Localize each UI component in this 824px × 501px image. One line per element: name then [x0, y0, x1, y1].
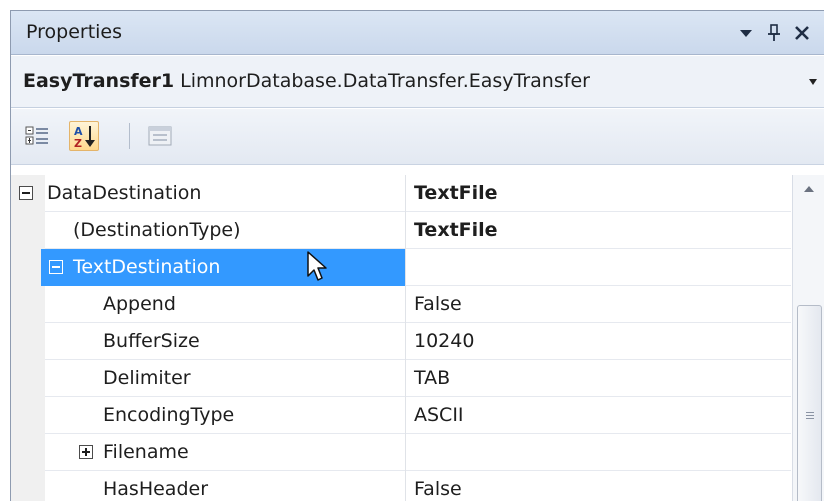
expand-icon[interactable] [79, 445, 93, 459]
properties-window: Properties EasyTransfer1 LimnorDatabase.D… [10, 10, 824, 501]
properties-toolbar: A Z [11, 109, 824, 165]
property-name: Filename [103, 441, 189, 463]
property-value[interactable]: TAB [405, 360, 791, 397]
row-gutter [11, 249, 45, 286]
property-name: EncodingType [103, 404, 235, 426]
property-name: (DestinationType) [73, 219, 241, 241]
property-value[interactable]: 10240 [405, 323, 791, 360]
property-row-destinationtype[interactable]: (DestinationType) TextFile [11, 212, 791, 249]
property-name: BufferSize [103, 330, 200, 352]
property-row-buffersize[interactable]: BufferSize 10240 [11, 323, 791, 360]
row-gutter [11, 360, 45, 397]
window-menu-button[interactable] [732, 18, 760, 48]
row-gutter [11, 212, 45, 249]
close-icon [795, 26, 809, 40]
alphabetical-icon: A Z [74, 125, 95, 150]
pin-button[interactable] [760, 18, 788, 48]
property-name: Delimiter [103, 367, 191, 389]
categorized-button[interactable] [23, 121, 53, 151]
property-row-hasheader[interactable]: HasHeader False [11, 471, 791, 501]
property-pages-button[interactable] [145, 121, 175, 151]
property-row-append[interactable]: Append False [11, 286, 791, 323]
property-value[interactable]: TextFile [405, 212, 791, 249]
property-pages-icon [148, 126, 172, 146]
window-title: Properties [26, 21, 123, 43]
row-gutter [11, 323, 45, 360]
property-name: HasHeader [103, 478, 209, 500]
property-value[interactable] [405, 249, 791, 286]
property-row-delimiter[interactable]: Delimiter TAB [11, 360, 791, 397]
title-bar: Properties [11, 11, 824, 55]
svg-text:Z: Z [74, 137, 82, 150]
title-buttons [732, 17, 816, 49]
collapse-icon[interactable] [19, 186, 33, 200]
alphabetical-button[interactable]: A Z [69, 121, 99, 151]
property-value[interactable]: False [405, 471, 791, 501]
object-type: LimnorDatabase.DataTransfer.EasyTransfer [180, 70, 590, 92]
property-grid: DataDestination TextFile (DestinationTyp… [11, 175, 791, 501]
object-selector[interactable]: EasyTransfer1 LimnorDatabase.DataTransfer… [11, 56, 824, 108]
object-name: EasyTransfer1 [23, 70, 175, 92]
row-gutter [11, 434, 45, 471]
property-row-encodingtype[interactable]: EncodingType ASCII [11, 397, 791, 434]
property-row-filename[interactable]: Filename [11, 434, 791, 471]
property-value[interactable]: TextFile [405, 175, 791, 212]
property-value[interactable] [405, 434, 791, 471]
pin-icon [768, 24, 780, 41]
property-value[interactable]: ASCII [405, 397, 791, 434]
toolbar-separator [129, 123, 130, 149]
property-row-textdestination[interactable]: TextDestination [11, 249, 791, 286]
row-gutter [11, 286, 45, 323]
grip-icon [806, 412, 814, 419]
scroll-up-icon[interactable] [803, 185, 815, 193]
close-button[interactable] [788, 18, 816, 48]
collapse-icon[interactable] [49, 260, 63, 274]
property-value[interactable]: False [405, 286, 791, 323]
chevron-down-icon[interactable] [808, 78, 818, 86]
row-gutter [11, 397, 45, 434]
mouse-cursor-icon [307, 251, 327, 281]
property-row-datadestination[interactable]: DataDestination TextFile [11, 175, 791, 212]
vertical-scrollbar[interactable] [792, 175, 824, 501]
scrollbar-thumb[interactable] [797, 305, 822, 501]
property-name: Append [103, 293, 176, 315]
dropdown-arrow-icon [740, 30, 752, 37]
property-name: TextDestination [73, 256, 221, 278]
row-gutter [11, 471, 45, 501]
property-name: DataDestination [47, 182, 202, 204]
categorized-icon [25, 126, 48, 145]
